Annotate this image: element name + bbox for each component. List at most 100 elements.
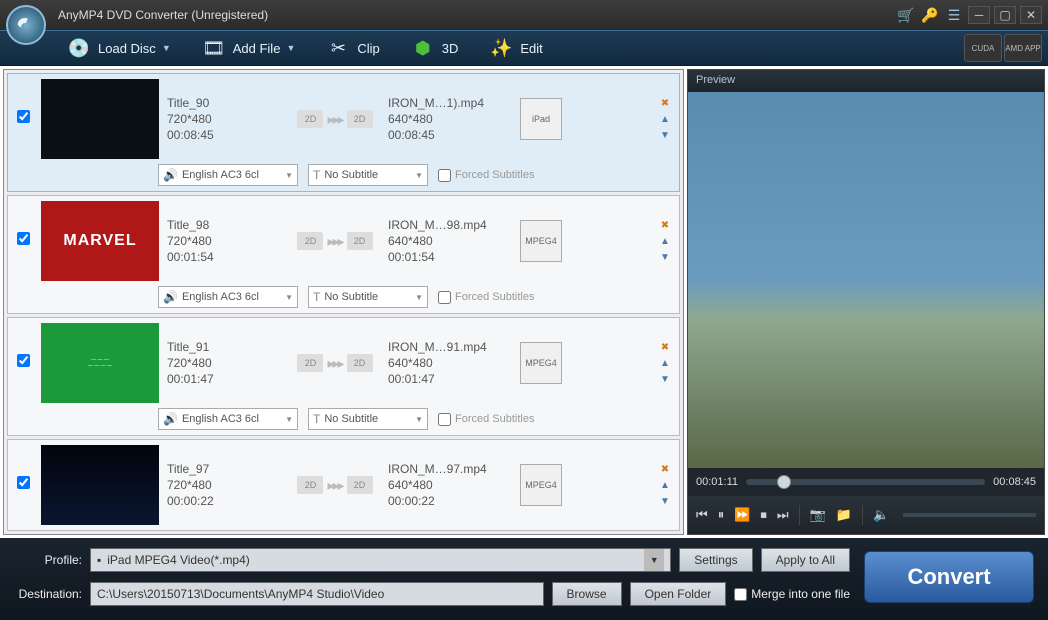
profile-select[interactable]: ▪ iPad MPEG4 Video(*.mp4) ▼ — [90, 548, 671, 572]
subtitle-select[interactable]: TNo Subtitle▼ — [308, 286, 428, 308]
output-name: IRON_M…97.mp4 — [388, 462, 508, 476]
source-resolution: 720*480 — [167, 356, 282, 370]
add-file-button[interactable]: 🎞 Add File ▼ — [195, 31, 302, 65]
clip-button[interactable]: ✂ Clip — [319, 31, 385, 65]
move-down-button[interactable]: ▼ — [658, 494, 672, 508]
pause-button[interactable]: ⏸ — [718, 507, 725, 523]
forced-checkbox-input[interactable] — [438, 169, 451, 182]
player-controls: ⏮ ⏸ ⏩ ⏹ ⏭ 📷 📁 🔈 — [688, 496, 1044, 534]
move-down-button[interactable]: ▼ — [658, 128, 672, 142]
chevron-down-icon: ▼ — [281, 415, 293, 424]
remove-row-button[interactable]: ✖ — [658, 96, 672, 110]
output-resolution: 640*480 — [388, 478, 508, 492]
source-resolution: 720*480 — [167, 234, 282, 248]
forced-subtitles-checkbox[interactable]: Forced Subtitles — [438, 169, 534, 182]
move-up-button[interactable]: ▲ — [658, 478, 672, 492]
thumbnail[interactable] — [41, 445, 159, 525]
seek-track[interactable] — [746, 479, 985, 485]
row-checkbox[interactable] — [17, 110, 30, 123]
source-duration: 00:01:54 — [167, 250, 282, 264]
key-icon[interactable]: 🔑 — [920, 6, 940, 24]
load-disc-button[interactable]: 💿 Load Disc ▼ — [60, 31, 177, 65]
speaker-icon: 🔊 — [163, 168, 178, 182]
edit-button[interactable]: ✨ Edit — [482, 31, 548, 65]
maximize-button[interactable]: ▢ — [994, 6, 1016, 24]
duration-time: 00:08:45 — [993, 476, 1036, 488]
output-duration: 00:01:47 — [388, 372, 508, 386]
profile-label: Profile: — [14, 553, 82, 567]
3d-label: 3D — [442, 41, 459, 56]
seek-bar: 00:01:11 00:08:45 — [688, 468, 1044, 496]
list-item[interactable]: — — —— — — —Title_91720*48000:01:472D▸▸▸… — [7, 317, 680, 436]
move-up-button[interactable]: ▲ — [658, 356, 672, 370]
row-checkbox[interactable] — [17, 232, 30, 245]
source-duration: 00:08:45 — [167, 128, 282, 142]
remove-row-button[interactable]: ✖ — [658, 340, 672, 354]
browse-button[interactable]: Browse — [552, 582, 622, 606]
forced-checkbox-input[interactable] — [438, 413, 451, 426]
remove-row-button[interactable]: ✖ — [658, 462, 672, 476]
open-folder-button[interactable]: Open Folder — [630, 582, 727, 606]
move-up-button[interactable]: ▲ — [658, 112, 672, 126]
row-checkbox[interactable] — [17, 354, 30, 367]
subtitle-select[interactable]: TNo Subtitle▼ — [308, 408, 428, 430]
3d-button[interactable]: ⬢ 3D — [404, 31, 465, 65]
subtitle-value: No Subtitle — [324, 169, 378, 181]
merge-checkbox[interactable]: Merge into one file — [734, 587, 850, 601]
output-device-icon[interactable]: iPad — [520, 98, 562, 140]
forced-label: Forced Subtitles — [455, 291, 534, 303]
chevron-down-icon: ▼ — [162, 43, 171, 53]
cart-icon[interactable]: 🛒 — [896, 6, 916, 24]
volume-icon[interactable]: 🔈 — [873, 507, 889, 523]
output-device-icon[interactable]: MPEG4 — [520, 464, 562, 506]
preview-video[interactable] — [688, 92, 1044, 468]
settings-button[interactable]: Settings — [679, 548, 752, 572]
subtitle-select[interactable]: TNo Subtitle▼ — [308, 164, 428, 186]
forced-subtitles-checkbox[interactable]: Forced Subtitles — [438, 413, 534, 426]
audio-value: English AC3 6cl — [182, 169, 259, 181]
preview-title: Preview — [688, 70, 1044, 92]
text-icon: T — [313, 412, 320, 426]
merge-checkbox-input[interactable] — [734, 588, 747, 601]
thumbnail[interactable] — [41, 79, 159, 159]
source-title: Title_97 — [167, 462, 282, 476]
thumbnail[interactable]: MARVEL — [41, 201, 159, 281]
forced-checkbox-input[interactable] — [438, 291, 451, 304]
convert-button[interactable]: Convert — [864, 551, 1034, 603]
forced-subtitles-checkbox[interactable]: Forced Subtitles — [438, 291, 534, 304]
remove-row-button[interactable]: ✖ — [658, 218, 672, 232]
output-duration: 00:01:54 — [388, 250, 508, 264]
open-snapshot-folder-button[interactable]: 📁 — [836, 507, 852, 523]
output-device-icon[interactable]: MPEG4 — [520, 342, 562, 384]
conversion-arrow: 2D▸▸▸2D — [290, 476, 380, 494]
list-item[interactable]: Title_90720*48000:08:452D▸▸▸2DIRON_M…1).… — [7, 73, 680, 192]
move-up-button[interactable]: ▲ — [658, 234, 672, 248]
output-name: IRON_M…98.mp4 — [388, 218, 508, 232]
volume-slider[interactable] — [903, 513, 1036, 517]
close-button[interactable]: ✕ — [1020, 6, 1042, 24]
row-checkbox[interactable] — [17, 476, 30, 489]
fwd-button[interactable]: ⏩ — [734, 507, 750, 523]
audio-select[interactable]: 🔊English AC3 6cl▼ — [158, 286, 298, 308]
lang-icon[interactable]: ☰ — [944, 6, 964, 24]
next-button[interactable]: ⏭ — [777, 507, 789, 523]
audio-value: English AC3 6cl — [182, 291, 259, 303]
destination-input[interactable] — [90, 582, 544, 606]
minimize-button[interactable]: ─ — [968, 6, 990, 24]
file-list[interactable]: Title_90720*48000:08:452D▸▸▸2DIRON_M…1).… — [3, 69, 684, 535]
seek-knob[interactable] — [777, 475, 791, 489]
snapshot-button[interactable]: 📷 — [810, 507, 826, 523]
output-device-icon[interactable]: MPEG4 — [520, 220, 562, 262]
output-name: IRON_M…91.mp4 — [388, 340, 508, 354]
audio-select[interactable]: 🔊English AC3 6cl▼ — [158, 164, 298, 186]
thumbnail[interactable]: — — —— — — — — [41, 323, 159, 403]
apply-all-button[interactable]: Apply to All — [761, 548, 850, 572]
audio-select[interactable]: 🔊English AC3 6cl▼ — [158, 408, 298, 430]
stop-button[interactable]: ⏹ — [760, 507, 767, 523]
profile-value: iPad MPEG4 Video(*.mp4) — [107, 553, 250, 567]
list-item[interactable]: MARVELTitle_98720*48000:01:542D▸▸▸2DIRON… — [7, 195, 680, 314]
move-down-button[interactable]: ▼ — [658, 372, 672, 386]
move-down-button[interactable]: ▼ — [658, 250, 672, 264]
list-item[interactable]: Title_97720*48000:00:222D▸▸▸2DIRON_M…97.… — [7, 439, 680, 531]
prev-button[interactable]: ⏮ — [696, 507, 708, 523]
